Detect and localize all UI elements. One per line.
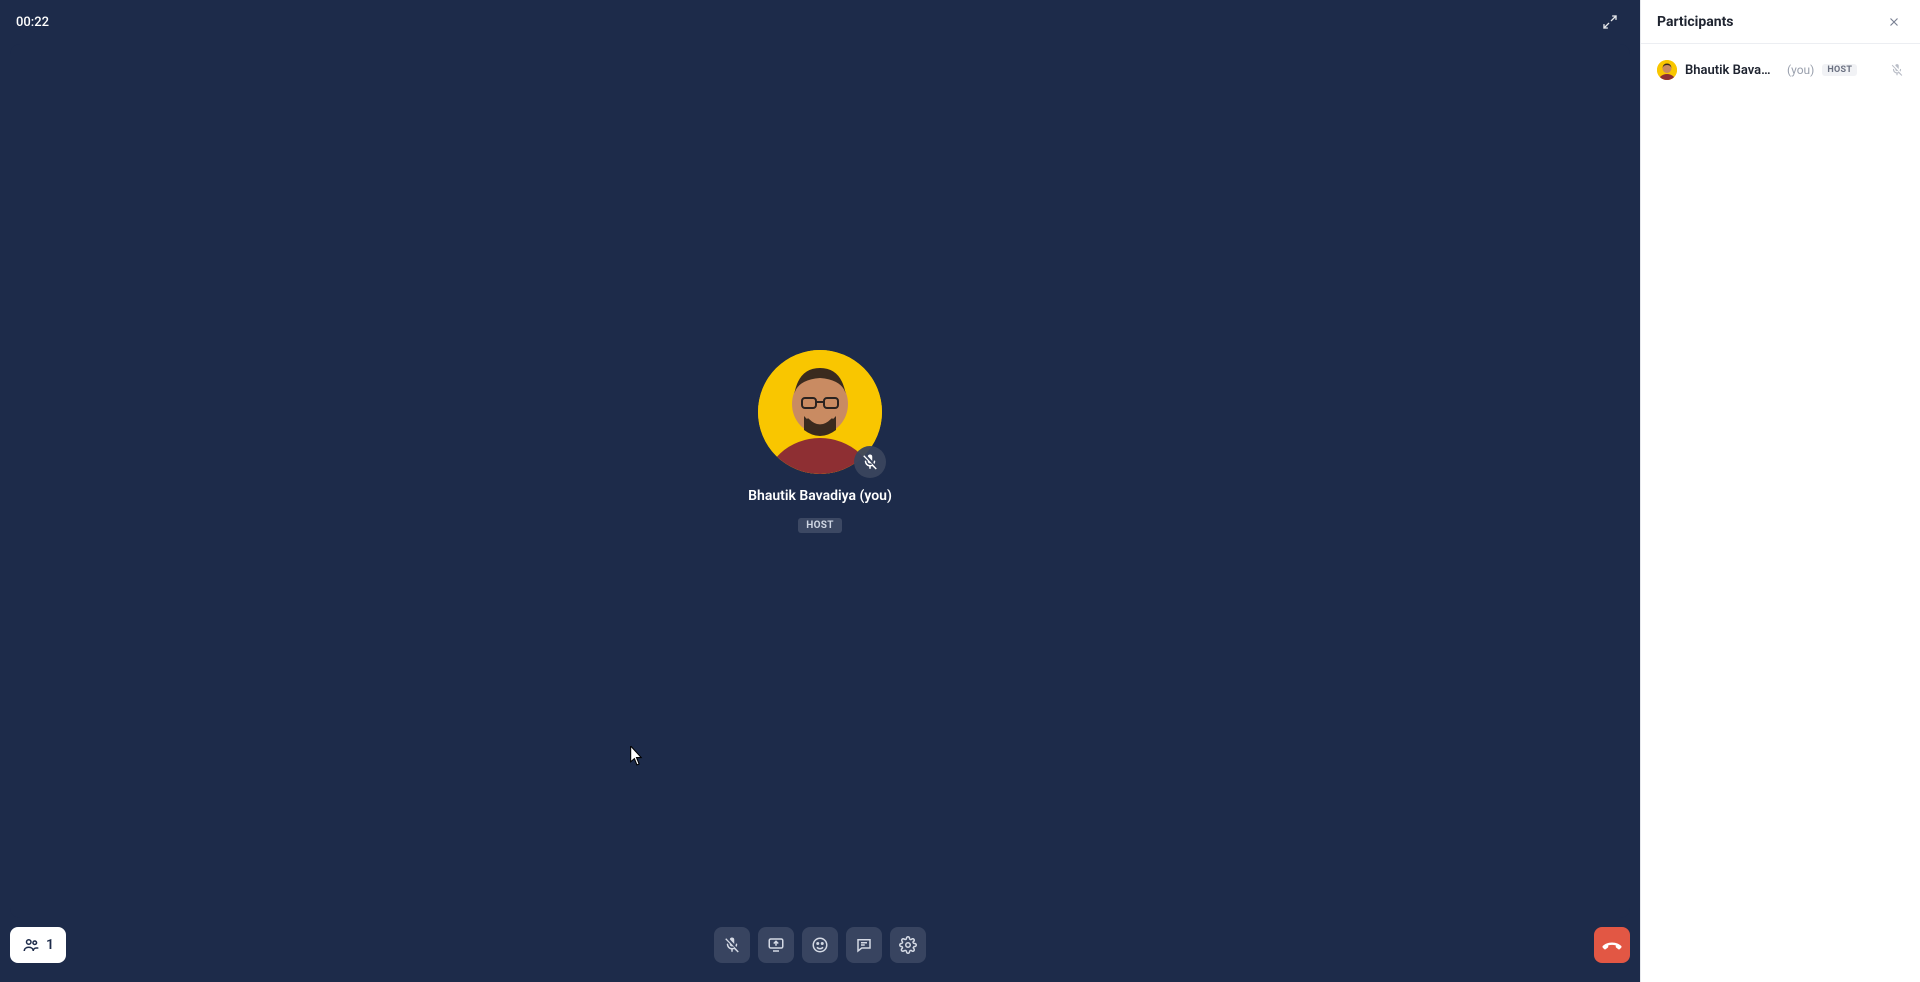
video-stage: Bhautik Bavadiya (you) HOST xyxy=(10,44,1630,918)
participant-row[interactable]: Bhautik Bavad… (you) HOST xyxy=(1653,54,1908,86)
avatar-illustration xyxy=(1657,60,1677,80)
participants-panel: Participants Bhautik Bavad… xyxy=(1640,0,1920,982)
share-screen-icon xyxy=(767,936,785,954)
call-timer: 00:22 xyxy=(16,15,49,30)
control-bar xyxy=(714,927,926,963)
panel-header: Participants xyxy=(1641,0,1920,44)
bottombar: 1 xyxy=(0,918,1640,982)
mic-off-icon xyxy=(1890,63,1904,77)
mic-off-icon xyxy=(723,936,741,954)
smile-icon xyxy=(811,936,829,954)
participant-name-label: Bhautik Bavadiya (you) xyxy=(748,488,892,504)
participants-button[interactable]: 1 xyxy=(10,927,66,963)
cursor-icon xyxy=(630,746,644,766)
people-icon xyxy=(22,936,40,954)
host-badge: HOST xyxy=(798,518,842,533)
chat-icon xyxy=(855,936,873,954)
topbar: 00:22 xyxy=(0,0,1640,44)
participant-count-value: 1 xyxy=(46,937,54,953)
gear-icon xyxy=(899,936,917,954)
reactions-button[interactable] xyxy=(802,927,838,963)
meeting-area: 00:22 xyxy=(0,0,1640,982)
hangup-icon xyxy=(1602,935,1622,955)
minimize-icon xyxy=(1602,14,1618,30)
avatar xyxy=(1657,60,1677,80)
end-call-button[interactable] xyxy=(1594,927,1630,963)
close-icon xyxy=(1887,15,1901,29)
avatar xyxy=(758,350,882,474)
share-screen-button[interactable] xyxy=(758,927,794,963)
mic-off-icon xyxy=(861,453,879,471)
you-label: (you) xyxy=(1787,63,1814,77)
chat-button[interactable] xyxy=(846,927,882,963)
panel-body: Bhautik Bavad… (you) HOST xyxy=(1641,44,1920,96)
participant-status xyxy=(1890,63,1904,77)
mic-muted-badge xyxy=(854,446,886,478)
panel-close-button[interactable] xyxy=(1884,12,1904,32)
minimize-button[interactable] xyxy=(1596,8,1624,36)
mic-toggle-button[interactable] xyxy=(714,927,750,963)
host-badge: HOST xyxy=(1822,64,1857,76)
participant-name: Bhautik Bavad… xyxy=(1685,63,1777,78)
panel-title: Participants xyxy=(1657,14,1734,30)
settings-button[interactable] xyxy=(890,927,926,963)
participant-tile-self: Bhautik Bavadiya (you) HOST xyxy=(748,350,892,533)
